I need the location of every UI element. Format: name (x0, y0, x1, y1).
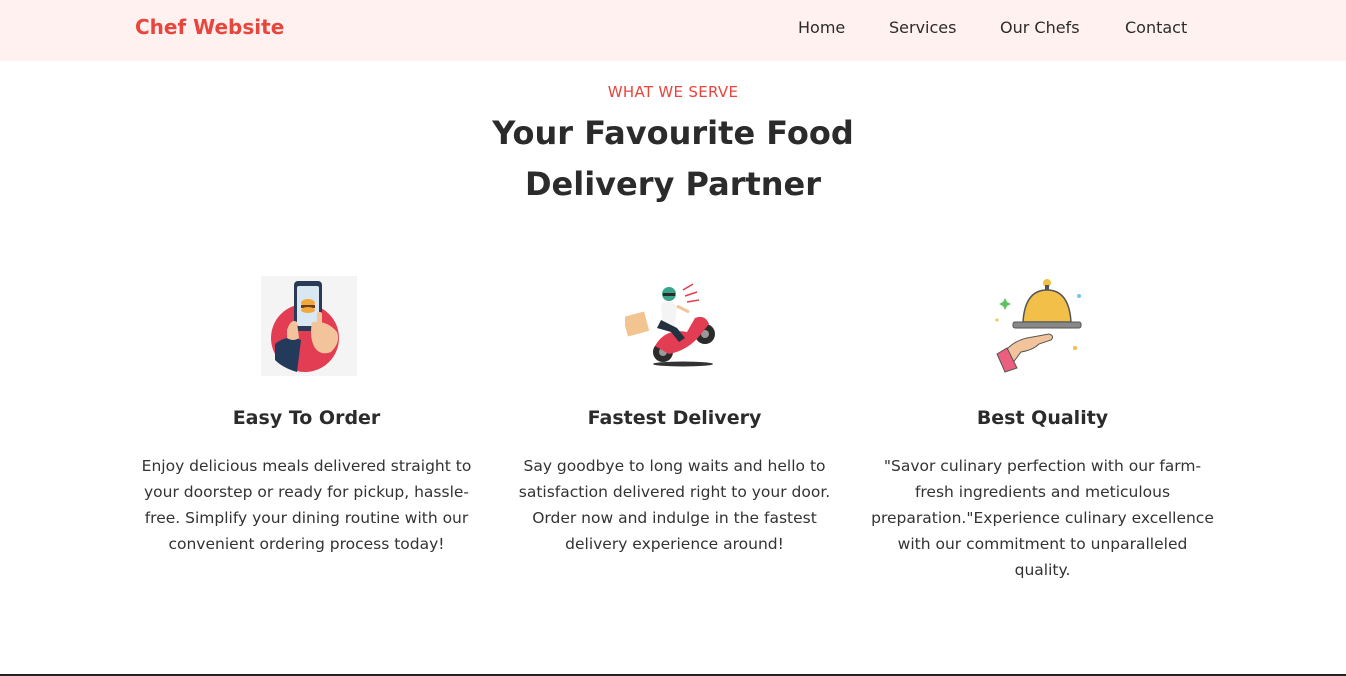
navbar: Chef Website Home Services Our Chefs Con… (0, 0, 1346, 61)
section-title-line1: Your Favourite Food (492, 114, 854, 152)
card-description: Say goodbye to long waits and hello to s… (518, 457, 831, 553)
brand-logo[interactable]: Chef Website (135, 15, 284, 39)
card-description: Enjoy delicious meals delivered straight… (141, 457, 472, 553)
section-title: Your Favourite Food Delivery Partner (423, 108, 923, 210)
section-title-line2: Delivery Partner (524, 165, 822, 203)
phone-order-icon (257, 276, 357, 376)
nav-link-home[interactable]: Home (798, 18, 845, 37)
card-description: "Savor culinary perfection with our farm… (871, 457, 1214, 579)
nav-link-services[interactable]: Services (889, 18, 956, 37)
card-title: Easy To Order (232, 407, 381, 429)
serving-cloche-icon (993, 276, 1093, 376)
card-title: Fastest Delivery (587, 407, 762, 429)
feature-card-best-quality: Best Quality "Savor culinary perfection … (870, 276, 1215, 579)
nav-link-contact[interactable]: Contact (1125, 18, 1187, 37)
delivery-scooter-icon (622, 276, 725, 376)
card-title: Best Quality (976, 407, 1109, 429)
nav-link-our-chefs[interactable]: Our Chefs (1000, 18, 1080, 37)
feature-card-easy-order: Easy To Order Enjoy delicious meals deli… (134, 276, 479, 553)
section-eyebrow: WHAT WE SERVE (607, 83, 739, 101)
feature-card-fast-delivery: Fastest Delivery Say goodbye to long wai… (502, 276, 847, 553)
